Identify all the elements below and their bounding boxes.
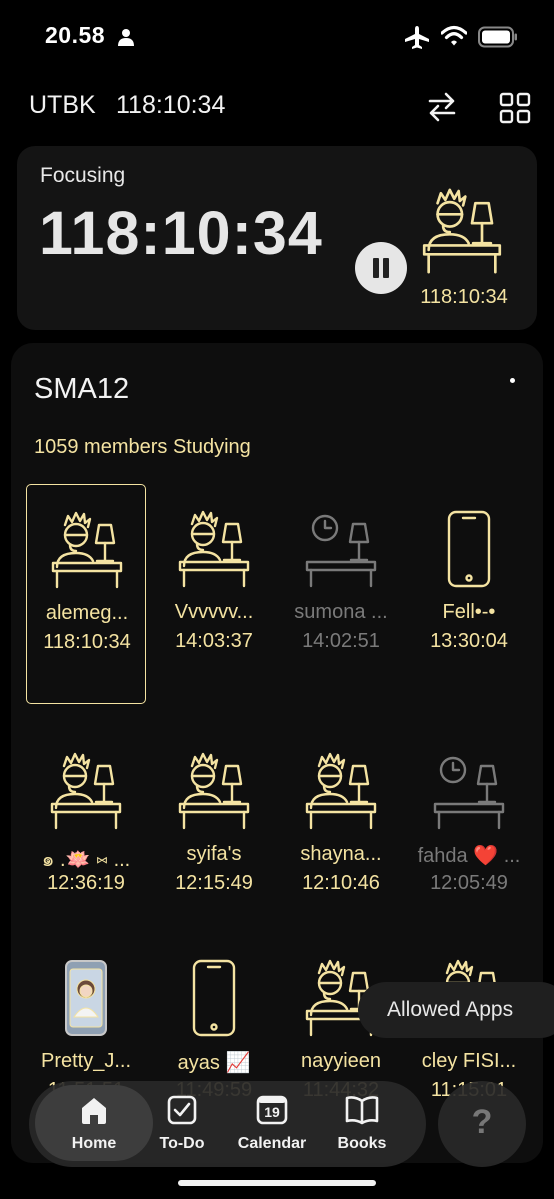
focus-card: Focusing 118:10:34 118:10:34 <box>17 146 537 330</box>
nav-label-calendar: Calendar <box>237 1135 307 1152</box>
allowed-apps-button[interactable]: Allowed Apps <box>358 982 554 1038</box>
member-time: 12:10:46 <box>302 872 380 894</box>
header-timer: 118:10:34 <box>116 91 226 119</box>
studying-desk-icon <box>50 752 122 830</box>
idle-desk-icon <box>433 756 505 830</box>
member-name: shayna... <box>300 843 382 865</box>
battery-icon <box>478 26 517 48</box>
member-name: Pretty_J... <box>40 1050 132 1072</box>
member-time: 14:03:37 <box>175 630 253 652</box>
member-tile[interactable]: syifa's 12:15:49 <box>154 726 274 946</box>
member-tile[interactable]: fahda ❤️ ... 12:05:49 <box>409 726 529 946</box>
status-time: 20.58 <box>45 22 106 48</box>
member-name: syifa's <box>186 843 242 865</box>
member-time: 12:05:49 <box>430 872 508 894</box>
nav-label-todo: To-Do <box>159 1135 205 1152</box>
home-indicator[interactable] <box>178 1180 376 1186</box>
member-tile[interactable]: ๑ .🪷 ⑅ ... 12:36:19 <box>26 726 146 946</box>
member-time: 118:10:34 <box>43 631 131 653</box>
member-tile[interactable]: sumona ... 14:02:51 <box>281 484 401 704</box>
member-time: 12:36:19 <box>47 872 125 894</box>
nav-item-books[interactable]: Books <box>329 1081 395 1167</box>
studying-desk-icon <box>51 511 123 589</box>
more-options-icon[interactable] <box>510 378 515 383</box>
nav-label-books: Books <box>337 1135 387 1152</box>
nav-item-calendar[interactable]: 19 Calendar <box>229 1081 315 1167</box>
idle-desk-icon <box>305 514 377 588</box>
allowed-apps-label: Allowed Apps <box>387 998 514 1021</box>
pause-icon <box>383 258 389 278</box>
bottom-nav: Home To-Do 19 Calendar Books <box>29 1081 426 1167</box>
group-name: SMA12 <box>34 373 130 405</box>
member-name: ayas 📈 <box>177 1052 251 1074</box>
calendar-day: 19 <box>264 1104 280 1120</box>
checkbox-icon <box>167 1095 197 1125</box>
member-name: Vvvvvv... <box>174 601 254 623</box>
member-time: 12:15:49 <box>175 872 253 894</box>
studying-desk-icon <box>305 752 377 830</box>
focus-timer: 118:10:34 <box>39 199 323 267</box>
focus-label: Focusing <box>40 164 126 187</box>
member-name: Fell•-• <box>442 601 496 623</box>
member-name: sumona ... <box>294 601 388 623</box>
member-name: ๑ .🪷 ⑅ ... <box>41 849 131 871</box>
phone-icon <box>192 959 236 1037</box>
focus-avatar-timer: 118:10:34 <box>420 286 508 308</box>
member-time: 13:30:04 <box>430 630 508 652</box>
member-name: fahda ❤️ ... <box>417 845 521 867</box>
book-icon <box>345 1096 379 1125</box>
member-name: alemeg... <box>45 602 129 624</box>
members-studying-count: 1059 members Studying <box>34 436 251 458</box>
group-card: SMA12 1059 members Studying alemeg... 118… <box>11 343 543 1163</box>
member-name: cley FISI... <box>421 1050 517 1072</box>
member-tile[interactable]: Fell•-• 13:30:04 <box>409 484 529 704</box>
wifi-icon <box>441 25 467 46</box>
page-title: UTBK <box>29 91 96 119</box>
pause-icon <box>373 258 379 278</box>
member-tile[interactable]: shayna... 12:10:46 <box>281 726 401 946</box>
studying-desk-icon <box>178 510 250 588</box>
person-icon <box>118 29 134 46</box>
grid-icon[interactable] <box>499 92 531 124</box>
calendar-icon: 19 <box>256 1095 288 1125</box>
nav-item-todo[interactable]: To-Do <box>153 1081 211 1167</box>
airplane-icon <box>405 26 429 49</box>
phone-icon <box>447 510 491 588</box>
studying-desk-icon <box>422 188 502 274</box>
member-time: 14:02:51 <box>302 630 380 652</box>
member-tile[interactable]: alemeg... 118:10:34 <box>26 484 146 704</box>
nav-item-home[interactable]: Home <box>35 1081 153 1167</box>
photo-phone-icon <box>65 960 107 1036</box>
help-icon: ? <box>471 1103 493 1141</box>
home-icon <box>82 1098 106 1124</box>
studying-desk-icon <box>178 752 250 830</box>
help-button[interactable]: ? <box>438 1081 526 1167</box>
swap-icon[interactable] <box>425 90 459 124</box>
nav-label-home: Home <box>71 1135 117 1152</box>
member-name: nayyieen <box>300 1050 382 1072</box>
member-tile[interactable]: Vvvvvv... 14:03:37 <box>154 484 274 704</box>
